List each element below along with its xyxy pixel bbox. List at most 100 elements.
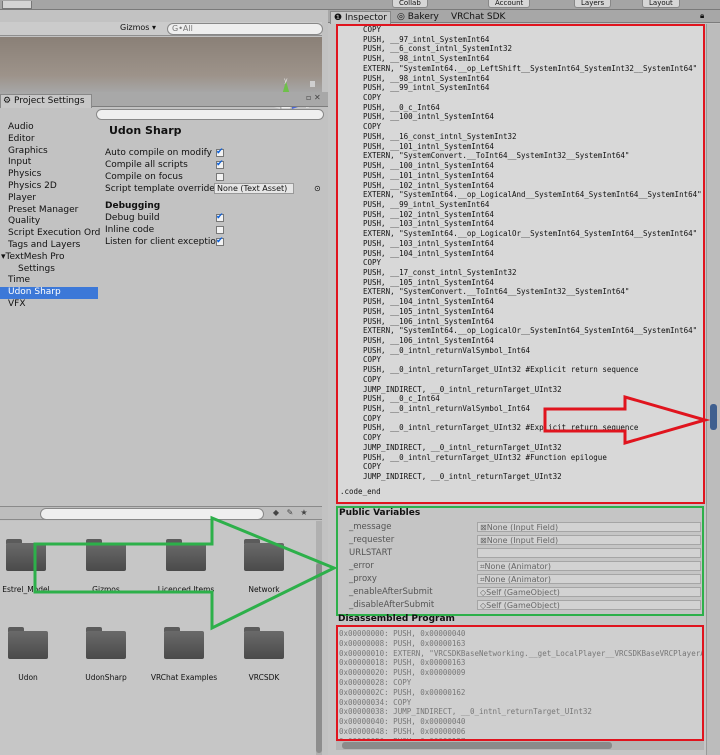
code-line: 0x00000038: JUMP_INDIRECT, __0_intnl_ret… <box>339 707 592 717</box>
urlstart-field[interactable] <box>477 548 701 558</box>
lock-icon[interactable]: 🔒︎ <box>700 11 704 21</box>
compile-all-checkbox[interactable] <box>216 158 224 170</box>
listen-client-exception-checkbox[interactable] <box>216 235 224 247</box>
nav-input[interactable]: Input <box>0 157 98 169</box>
nav-udon-sharp[interactable]: Udon Sharp <box>0 287 98 299</box>
code-line: PUSH, __17_const_intnl_SystemInt32 <box>363 267 517 277</box>
folder-gizmos[interactable]: Gizmos <box>66 539 146 594</box>
message-field[interactable]: ⊠None (Input Field) <box>477 522 701 532</box>
code-line: 0x00000008: PUSH, 0x00000163 <box>339 638 466 648</box>
code-line: PUSH, __101_intnl_SystemInt64 <box>363 170 494 180</box>
tab-project-settings[interactable]: ⚙ Project Settings <box>0 94 92 108</box>
code-line: PUSH, __102_intnl_SystemInt64 <box>363 180 494 190</box>
var-urlstart: URLSTART <box>349 547 701 559</box>
code-line: PUSH, __104_intnl_SystemInt64 <box>363 248 494 258</box>
inspector-scrollbar[interactable] <box>706 24 720 755</box>
code-line: PUSH, __99_intnl_SystemInt64 <box>363 199 490 209</box>
pane-menu-icon[interactable]: ▫ ✕ <box>306 93 321 102</box>
collab-button[interactable]: Collab <box>392 0 428 8</box>
code-line: EXTERN, "SystemInt64.__op_LogicalAnd__Sy… <box>363 190 702 200</box>
nav-tags-and-layers[interactable]: Tags and Layers <box>0 240 98 252</box>
folder-vrchat-examples[interactable]: VRChat Examples <box>144 627 224 682</box>
compiled-uasm-code[interactable]: COPY PUSH, __97_intnl_SystemInt64 PUSH, __… <box>336 24 705 504</box>
project-search-input[interactable] <box>40 508 264 520</box>
nav-textmesh-pro[interactable]: ▾TextMesh Pro <box>0 252 98 264</box>
code-line: COPY <box>363 374 382 384</box>
nav-preset-manager[interactable]: Preset Manager <box>0 205 98 217</box>
code-line: PUSH, __98_intnl_SystemInt64 <box>363 73 490 83</box>
code-end-marker: .code_end <box>340 487 381 496</box>
nav-physics[interactable]: Physics <box>0 169 98 181</box>
layers-button[interactable]: Layers <box>574 0 612 8</box>
tab-bakery[interactable]: ◎ Bakery <box>394 11 442 23</box>
gizmos-dropdown[interactable]: Gizmos ▾ <box>120 23 156 32</box>
nav-editor[interactable]: Editor <box>0 134 98 146</box>
code-line: PUSH, __100_intnl_SystemInt64 <box>363 161 494 171</box>
inspector-scrollbar-thumb[interactable] <box>710 404 717 430</box>
folder-udon[interactable]: Udon <box>0 627 68 682</box>
nav-textmesh-settings[interactable]: Settings <box>0 264 98 276</box>
disassembly-hscrollbar[interactable] <box>336 741 704 750</box>
requester-field[interactable]: ⊠None (Input Field) <box>477 535 701 545</box>
nav-audio[interactable]: Audio <box>0 122 98 134</box>
editor-top-toolbar: Collab Account Layers Layout <box>0 0 720 10</box>
code-line: PUSH, __0_intnl_returnTarget_UInt32 #Fun… <box>363 452 607 462</box>
folder-estrel-model[interactable]: Estrel_Model <box>0 539 66 594</box>
disable-after-submit-field[interactable]: ◇Self (GameObject) <box>477 600 701 610</box>
code-line: 0x00000028: COPY <box>339 677 412 687</box>
tab-inspector[interactable]: ❶ Inspector <box>330 11 391 24</box>
project-scrollbar[interactable] <box>316 521 322 755</box>
folder-icon <box>86 627 126 659</box>
error-field[interactable]: ⌗None (Animator) <box>477 561 701 571</box>
nav-graphics[interactable]: Graphics <box>0 146 98 158</box>
scene-toolbar: Gizmos ▾ G•All <box>0 22 323 36</box>
folder-licenced-items[interactable]: Licenced Items <box>146 539 226 594</box>
info-icon: ❶ <box>334 13 343 23</box>
code-line: COPY <box>363 122 382 132</box>
scene-search-input[interactable]: G•All <box>167 23 323 35</box>
filter-label-icon[interactable]: ✎ <box>285 508 295 518</box>
code-line: PUSH, __103_intnl_SystemInt64 <box>363 238 494 248</box>
layout-button[interactable]: Layout <box>642 0 680 8</box>
setting-listen-client-exception: Listen for client exception <box>104 235 326 248</box>
nav-time[interactable]: Time <box>0 275 98 287</box>
proxy-field[interactable]: ⌗None (Animator) <box>477 574 701 584</box>
nav-player[interactable]: Player <box>0 193 98 205</box>
code-line: COPY <box>363 93 382 103</box>
script-template-field[interactable]: None (Text Asset) <box>214 183 294 194</box>
disassembly-hscrollbar-thumb[interactable] <box>342 742 612 749</box>
scene-view[interactable]: y z x <box>0 37 322 117</box>
settings-search-input[interactable] <box>96 109 324 120</box>
compile-on-focus-checkbox[interactable] <box>216 173 224 181</box>
folder-udonsharp[interactable]: UdonSharp <box>66 627 146 682</box>
code-line: COPY <box>363 462 382 472</box>
project-scrollbar-thumb[interactable] <box>316 563 322 753</box>
enable-after-submit-field[interactable]: ◇Self (GameObject) <box>477 587 701 597</box>
var-error: _error ⌗None (Animator) <box>349 560 701 572</box>
setting-auto-compile: Auto compile on modify <box>104 146 326 159</box>
debug-build-checkbox[interactable] <box>216 211 224 223</box>
code-line: PUSH, __101_intnl_SystemInt64 <box>363 141 494 151</box>
nav-script-execution-order[interactable]: Script Execution Ord <box>0 228 100 240</box>
folder-network[interactable]: Network <box>224 539 304 594</box>
code-line: PUSH, __0_intnl_returnTarget_UInt32 #Exp… <box>363 365 639 375</box>
folder-icon <box>86 539 126 571</box>
account-button[interactable]: Account <box>488 0 531 8</box>
inline-code-checkbox[interactable] <box>216 226 224 234</box>
step-buttons[interactable] <box>2 1 32 9</box>
nav-quality[interactable]: Quality <box>0 216 98 228</box>
code-line: PUSH, __0_intnl_returnTarget_UInt32 #Exp… <box>363 423 639 433</box>
tab-vrchat-sdk[interactable]: VRChat SDK <box>448 11 508 23</box>
code-line: COPY <box>363 355 382 365</box>
settings-title: Udon Sharp <box>109 124 182 137</box>
nav-vfx[interactable]: VFX <box>0 299 98 311</box>
auto-compile-checkbox[interactable] <box>216 146 224 158</box>
favorite-star-icon[interactable]: ★ <box>299 508 309 518</box>
nav-physics-2d[interactable]: Physics 2D <box>0 181 98 193</box>
setting-debug-build: Debug build <box>104 211 326 224</box>
folder-vrcsdk[interactable]: VRCSDK <box>224 627 304 682</box>
disassembled-program[interactable]: 0x00000000: PUSH, 0x00000040 0x00000008: … <box>336 625 704 741</box>
setting-compile-on-focus: Compile on focus <box>104 171 326 183</box>
filter-type-icon[interactable]: ◆ <box>271 508 281 518</box>
object-picker-icon[interactable]: ⊙ <box>314 183 321 195</box>
